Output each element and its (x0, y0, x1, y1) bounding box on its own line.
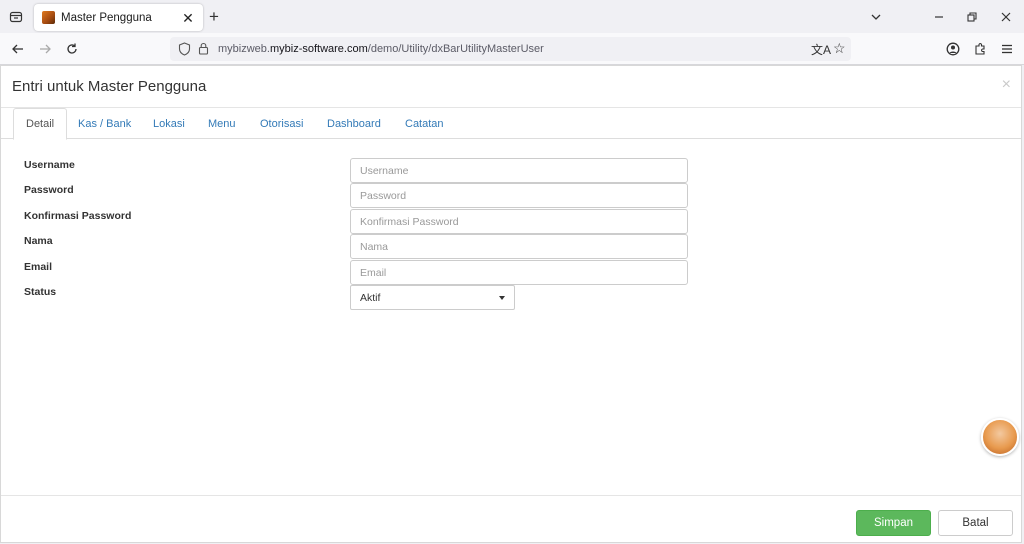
username-label: Username (24, 159, 75, 171)
nama-input[interactable] (350, 234, 688, 259)
dialog-footer: Simpan Batal (1, 495, 1021, 544)
save-button[interactable]: Simpan (856, 510, 931, 536)
extensions-icon[interactable] (971, 40, 989, 58)
lock-icon[interactable] (198, 42, 209, 60)
forward-arrow-icon[interactable] (36, 40, 54, 58)
email-label: Email (24, 261, 53, 273)
url-text: mybizweb.mybiz-software.com/demo/Utility… (218, 43, 544, 55)
translate-icon[interactable]: 文A (811, 41, 831, 58)
tab-menu[interactable]: Menu (196, 108, 248, 139)
bookmark-star-icon[interactable]: ☆ (833, 40, 846, 57)
dialog-header: Entri untuk Master Pengguna × (1, 66, 1021, 108)
site-favicon-icon (42, 11, 55, 24)
minimize-icon[interactable] (922, 0, 956, 33)
tab-otorisasi[interactable]: Otorisasi (248, 108, 315, 139)
browser-navbar: mybizweb.mybiz-software.com/demo/Utility… (0, 33, 1024, 65)
tab-catatan[interactable]: Catatan (393, 108, 456, 139)
tab-overflow-chevron-icon[interactable] (859, 0, 893, 33)
dialog-title: Entri untuk Master Pengguna (12, 78, 207, 95)
nama-label: Nama (24, 235, 53, 247)
tab-lokasi[interactable]: Lokasi (141, 108, 197, 139)
status-select[interactable]: Aktif (350, 285, 515, 310)
username-input[interactable] (350, 158, 688, 183)
tab-dashboard[interactable]: Dashboard (315, 108, 393, 139)
account-icon[interactable] (944, 40, 962, 58)
restore-icon[interactable] (955, 0, 989, 33)
address-bar[interactable]: mybizweb.mybiz-software.com/demo/Utility… (170, 37, 851, 61)
tab-list-icon[interactable] (5, 6, 27, 28)
menu-hamburger-icon[interactable] (998, 40, 1016, 58)
cancel-button[interactable]: Batal (938, 510, 1013, 536)
tab-close-icon[interactable]: ✕ (181, 11, 195, 25)
support-avatar-icon[interactable] (981, 418, 1019, 456)
reload-icon[interactable] (63, 40, 81, 58)
browser-tab-active[interactable]: Master Pengguna ✕ (34, 4, 203, 31)
chevron-down-icon (499, 295, 505, 300)
tab-detail[interactable]: Detail (13, 108, 68, 140)
status-selected-value: Aktif (360, 291, 381, 304)
tracking-protection-shield-icon[interactable] (178, 42, 191, 61)
dialog-tabs: Detail Kas / Bank Lokasi Menu Otorisasi … (1, 108, 1021, 140)
status-label: Status (24, 286, 57, 298)
tab-kas-bank[interactable]: Kas / Bank (66, 108, 143, 139)
password-input[interactable] (350, 183, 688, 208)
dialog-close-icon[interactable]: × (1002, 76, 1011, 94)
back-arrow-icon[interactable] (9, 40, 27, 58)
browser-tabbar: Master Pengguna ✕ + (0, 0, 1024, 33)
new-tab-icon[interactable]: + (209, 8, 219, 25)
email-input[interactable] (350, 260, 688, 285)
user-entry-dialog: Entri untuk Master Pengguna × Detail Kas… (0, 65, 1022, 543)
confirm-password-label: Konfirmasi Password (24, 210, 132, 222)
tab-title: Master Pengguna (61, 11, 152, 24)
window-close-icon[interactable] (989, 0, 1023, 33)
password-label: Password (24, 184, 74, 196)
confirm-password-input[interactable] (350, 209, 688, 234)
